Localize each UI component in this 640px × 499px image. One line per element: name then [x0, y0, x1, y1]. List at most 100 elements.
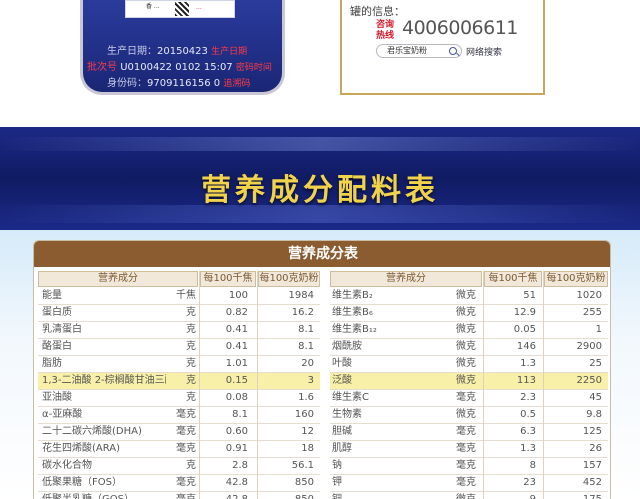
- cell-name: α-亚麻酸: [42, 409, 83, 420]
- cell-v1: 0.91: [225, 443, 248, 454]
- cell-v2: 160: [294, 409, 314, 420]
- cell-unit: 毫克: [176, 443, 196, 454]
- cell-v2: 25: [589, 358, 602, 369]
- cell-v2: 452: [582, 477, 602, 488]
- cell-v2: 1020: [576, 290, 602, 301]
- cell-unit: 毫克: [456, 443, 476, 454]
- cell-v2: 175: [544, 492, 602, 499]
- cell-v2: 1984: [288, 290, 314, 301]
- cell-name: 生物素: [332, 409, 362, 420]
- cell-unit: 克: [186, 324, 196, 335]
- table-row: 1,3-二油酸 2-棕榈酸甘油三酯 克 0.15 3: [38, 373, 320, 390]
- cell-v1: 0.05: [513, 324, 536, 335]
- cell-unit: 微克: [430, 492, 476, 499]
- section-banner: 营养成分配料表: [0, 127, 640, 230]
- web-search-button[interactable]: 网络搜索: [466, 45, 502, 58]
- id-code-row: 身份码：9709116156 0 追溯码: [107, 78, 251, 89]
- cell-name: 碳水化合物: [42, 460, 92, 471]
- cell-v1: 0.82: [225, 307, 248, 318]
- cell-v1: 1.01: [225, 358, 248, 369]
- production-date-row: 生产日期：20150423 生产日期: [107, 46, 248, 57]
- cell-unit: 微克: [456, 341, 476, 352]
- cell-name: 维生素C: [332, 392, 369, 403]
- table-row: 叶酸 微克 1.3 25: [330, 356, 608, 373]
- cell-v2: 56.1: [291, 460, 314, 471]
- brand-search-input[interactable]: 君乐宝奶粉: [376, 44, 462, 58]
- can-label-red-text: ...: [196, 4, 202, 11]
- cell-v1: 0.60: [225, 426, 248, 437]
- cell-name: 泛酸: [332, 375, 352, 386]
- cell-v1: 0.08: [225, 392, 248, 403]
- cell-unit: 毫克: [176, 409, 196, 420]
- cell-name: 铜: [332, 492, 442, 499]
- nutrition-table-left: 营养成分 每100千焦 每100克奶粉 能量 千焦 100 1984 蛋白质克 0.82 1…: [38, 271, 320, 499]
- cell-unit: 毫克: [456, 460, 476, 471]
- cell-v1: 2.8: [232, 460, 248, 471]
- cell-v2: 2250: [576, 375, 602, 386]
- cell-name: 低聚果糖（FOS）: [42, 477, 122, 488]
- col-header-per-100kj: 每100千焦: [200, 271, 256, 287]
- can-info-box: 罐的信息： 咨询热线 4006006611 君乐宝奶粉 网络搜索: [340, 0, 545, 95]
- cell-name: 低聚半乳糖（GOS）: [42, 492, 166, 499]
- cell-v1: 8: [529, 460, 536, 471]
- cell-name: 蛋白质: [42, 307, 72, 318]
- cell-unit: 毫克: [176, 426, 196, 437]
- cell-v2: 16.2: [291, 307, 314, 318]
- cell-name: 亚油酸: [42, 392, 72, 403]
- cell-v2: 255: [582, 307, 602, 318]
- cell-unit: 克: [186, 341, 196, 352]
- table-row: 二十二碳六烯酸(DHA) 毫克 0.60 12: [38, 424, 320, 441]
- cell-unit: 毫克: [156, 492, 196, 499]
- cell-v1: 51: [523, 290, 536, 301]
- can-label-text: 香 ...: [146, 3, 160, 10]
- table-row: 肌醇 毫克 1.3 26: [330, 441, 608, 458]
- cell-unit: 毫克: [456, 426, 476, 437]
- cell-name: 能量: [42, 290, 62, 301]
- cell-v2: 157: [582, 460, 602, 471]
- cell-v1: 1.3: [520, 358, 536, 369]
- can-info-title: 罐的信息：: [350, 5, 405, 18]
- cell-name: 钠: [332, 460, 342, 471]
- col-header-nutrient: 营养成分: [38, 271, 198, 287]
- cell-name: 胆碱: [332, 426, 352, 437]
- hotline-number[interactable]: 4006006611: [402, 17, 518, 39]
- cell-v2: 8.1: [298, 341, 314, 352]
- cell-name: 叶酸: [332, 358, 352, 369]
- cell-v2: 8.1: [298, 324, 314, 335]
- cell-v1: 2.3: [520, 392, 536, 403]
- cell-v1: 9: [484, 492, 536, 499]
- cell-unit: 微克: [456, 290, 476, 301]
- cell-v1: 0.5: [520, 409, 536, 420]
- nutrition-table-right: 营养成分 每100千焦 每100克奶粉 维生素B₂ 微克 51 1020 维生素B₆ 微克…: [330, 271, 608, 499]
- cell-v2: 45: [589, 392, 602, 403]
- column-divider: [257, 271, 258, 499]
- table-row: 维生素C 毫克 2.3 45: [330, 390, 608, 407]
- nutrition-section: 营养成分表 营养成分 每100千焦 每100克奶粉 能量 千焦 100 1984 蛋白质…: [0, 230, 640, 499]
- cell-unit: 微克: [456, 307, 476, 318]
- cell-unit: 微克: [456, 324, 476, 335]
- cell-unit: 微克: [456, 409, 476, 420]
- cell-unit: 毫克: [456, 392, 476, 403]
- cell-v1: 146: [516, 341, 536, 352]
- cell-unit: 克: [186, 392, 196, 403]
- table-row: 花生四烯酸(ARA) 毫克 0.91 18: [38, 441, 320, 458]
- batch-row: 批次号 U0100422 0102 15:07 密码时间: [87, 62, 272, 73]
- cell-v2: 12: [301, 426, 314, 437]
- cell-v1: 0.15: [225, 375, 248, 386]
- cell-v1: 113: [516, 375, 536, 386]
- cell-name: 脂肪: [42, 358, 62, 369]
- cell-unit: 毫克: [176, 477, 196, 488]
- table-row: 低聚半乳糖（GOS）毫克 42.8 850: [38, 492, 320, 499]
- cell-v2: 1: [595, 324, 602, 335]
- cell-name: 1,3-二油酸 2-棕榈酸甘油三酯: [42, 375, 166, 386]
- can-label: 香 ... ...: [125, 0, 235, 18]
- table-row: 乳清蛋白 克 0.41 8.1: [38, 322, 320, 339]
- cell-name: 二十二碳六烯酸(DHA): [42, 426, 142, 437]
- table-row: 亚油酸 克 0.08 1.6: [38, 390, 320, 407]
- cell-name: 烟酰胺: [332, 341, 362, 352]
- cell-v2: 3: [307, 375, 314, 386]
- table-row: 泛酸 微克 113 2250: [330, 373, 608, 390]
- col-header-per-100kj: 每100千焦: [484, 271, 542, 287]
- col-header-per-100g: 每100克奶粉: [258, 271, 320, 287]
- cell-v2: 125: [582, 426, 602, 437]
